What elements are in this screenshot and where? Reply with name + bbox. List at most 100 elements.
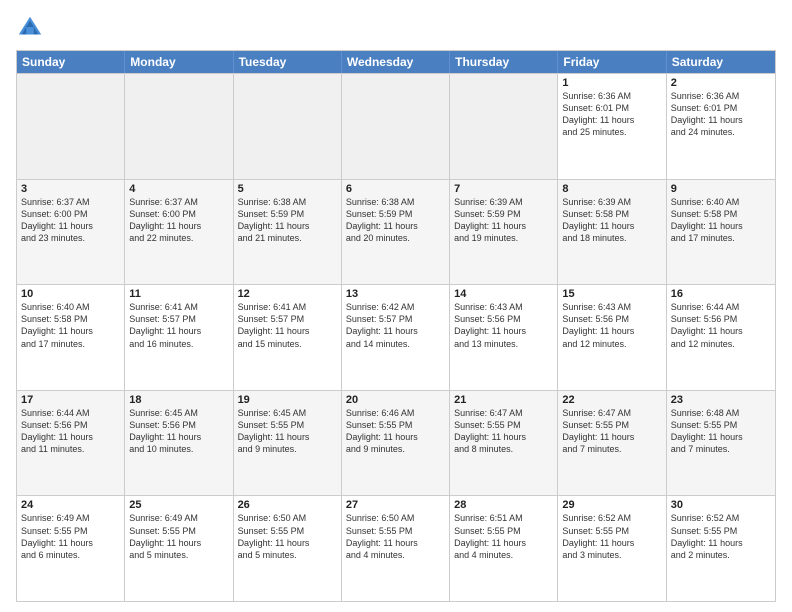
day-number-2: 2 [671, 77, 771, 89]
week-row-1: 1Sunrise: 6:36 AM Sunset: 6:01 PM Daylig… [17, 73, 775, 179]
day-info-8: Sunrise: 6:39 AM Sunset: 5:58 PM Dayligh… [562, 196, 661, 245]
day-info-24: Sunrise: 6:49 AM Sunset: 5:55 PM Dayligh… [21, 512, 120, 561]
day-cell-22: 22Sunrise: 6:47 AM Sunset: 5:55 PM Dayli… [558, 391, 666, 496]
day-info-26: Sunrise: 6:50 AM Sunset: 5:55 PM Dayligh… [238, 512, 337, 561]
day-info-15: Sunrise: 6:43 AM Sunset: 5:56 PM Dayligh… [562, 301, 661, 350]
day-cell-8: 8Sunrise: 6:39 AM Sunset: 5:58 PM Daylig… [558, 180, 666, 285]
day-info-11: Sunrise: 6:41 AM Sunset: 5:57 PM Dayligh… [129, 301, 228, 350]
day-info-16: Sunrise: 6:44 AM Sunset: 5:56 PM Dayligh… [671, 301, 771, 350]
day-info-6: Sunrise: 6:38 AM Sunset: 5:59 PM Dayligh… [346, 196, 445, 245]
day-number-10: 10 [21, 288, 120, 300]
day-cell-2: 2Sunrise: 6:36 AM Sunset: 6:01 PM Daylig… [667, 74, 775, 179]
day-info-12: Sunrise: 6:41 AM Sunset: 5:57 PM Dayligh… [238, 301, 337, 350]
day-number-17: 17 [21, 394, 120, 406]
day-number-30: 30 [671, 499, 771, 511]
day-cell-25: 25Sunrise: 6:49 AM Sunset: 5:55 PM Dayli… [125, 496, 233, 601]
day-info-13: Sunrise: 6:42 AM Sunset: 5:57 PM Dayligh… [346, 301, 445, 350]
day-number-28: 28 [454, 499, 553, 511]
header-day-wednesday: Wednesday [342, 51, 450, 73]
day-number-11: 11 [129, 288, 228, 300]
day-info-10: Sunrise: 6:40 AM Sunset: 5:58 PM Dayligh… [21, 301, 120, 350]
logo [16, 14, 48, 42]
day-number-5: 5 [238, 183, 337, 195]
header-day-friday: Friday [558, 51, 666, 73]
day-number-4: 4 [129, 183, 228, 195]
empty-cell-w1-d1 [125, 74, 233, 179]
day-cell-24: 24Sunrise: 6:49 AM Sunset: 5:55 PM Dayli… [17, 496, 125, 601]
day-cell-15: 15Sunrise: 6:43 AM Sunset: 5:56 PM Dayli… [558, 285, 666, 390]
day-number-7: 7 [454, 183, 553, 195]
day-number-29: 29 [562, 499, 661, 511]
day-info-2: Sunrise: 6:36 AM Sunset: 6:01 PM Dayligh… [671, 90, 771, 139]
day-number-27: 27 [346, 499, 445, 511]
week-row-3: 10Sunrise: 6:40 AM Sunset: 5:58 PM Dayli… [17, 284, 775, 390]
header-day-monday: Monday [125, 51, 233, 73]
day-number-3: 3 [21, 183, 120, 195]
day-number-26: 26 [238, 499, 337, 511]
day-cell-12: 12Sunrise: 6:41 AM Sunset: 5:57 PM Dayli… [234, 285, 342, 390]
day-info-22: Sunrise: 6:47 AM Sunset: 5:55 PM Dayligh… [562, 407, 661, 456]
calendar-body: 1Sunrise: 6:36 AM Sunset: 6:01 PM Daylig… [17, 73, 775, 601]
day-info-4: Sunrise: 6:37 AM Sunset: 6:00 PM Dayligh… [129, 196, 228, 245]
day-cell-16: 16Sunrise: 6:44 AM Sunset: 5:56 PM Dayli… [667, 285, 775, 390]
day-cell-21: 21Sunrise: 6:47 AM Sunset: 5:55 PM Dayli… [450, 391, 558, 496]
day-info-5: Sunrise: 6:38 AM Sunset: 5:59 PM Dayligh… [238, 196, 337, 245]
day-number-8: 8 [562, 183, 661, 195]
day-number-14: 14 [454, 288, 553, 300]
week-row-5: 24Sunrise: 6:49 AM Sunset: 5:55 PM Dayli… [17, 495, 775, 601]
day-number-25: 25 [129, 499, 228, 511]
week-row-4: 17Sunrise: 6:44 AM Sunset: 5:56 PM Dayli… [17, 390, 775, 496]
day-info-30: Sunrise: 6:52 AM Sunset: 5:55 PM Dayligh… [671, 512, 771, 561]
day-info-21: Sunrise: 6:47 AM Sunset: 5:55 PM Dayligh… [454, 407, 553, 456]
day-info-3: Sunrise: 6:37 AM Sunset: 6:00 PM Dayligh… [21, 196, 120, 245]
empty-cell-w1-d3 [342, 74, 450, 179]
day-cell-10: 10Sunrise: 6:40 AM Sunset: 5:58 PM Dayli… [17, 285, 125, 390]
day-info-14: Sunrise: 6:43 AM Sunset: 5:56 PM Dayligh… [454, 301, 553, 350]
calendar-header: SundayMondayTuesdayWednesdayThursdayFrid… [17, 51, 775, 73]
day-cell-3: 3Sunrise: 6:37 AM Sunset: 6:00 PM Daylig… [17, 180, 125, 285]
day-info-20: Sunrise: 6:46 AM Sunset: 5:55 PM Dayligh… [346, 407, 445, 456]
day-number-13: 13 [346, 288, 445, 300]
day-info-18: Sunrise: 6:45 AM Sunset: 5:56 PM Dayligh… [129, 407, 228, 456]
day-info-29: Sunrise: 6:52 AM Sunset: 5:55 PM Dayligh… [562, 512, 661, 561]
header [16, 14, 776, 42]
day-number-1: 1 [562, 77, 661, 89]
day-cell-11: 11Sunrise: 6:41 AM Sunset: 5:57 PM Dayli… [125, 285, 233, 390]
day-cell-1: 1Sunrise: 6:36 AM Sunset: 6:01 PM Daylig… [558, 74, 666, 179]
day-cell-27: 27Sunrise: 6:50 AM Sunset: 5:55 PM Dayli… [342, 496, 450, 601]
empty-cell-w1-d4 [450, 74, 558, 179]
header-day-thursday: Thursday [450, 51, 558, 73]
day-cell-17: 17Sunrise: 6:44 AM Sunset: 5:56 PM Dayli… [17, 391, 125, 496]
day-cell-7: 7Sunrise: 6:39 AM Sunset: 5:59 PM Daylig… [450, 180, 558, 285]
day-number-15: 15 [562, 288, 661, 300]
header-day-sunday: Sunday [17, 51, 125, 73]
day-number-6: 6 [346, 183, 445, 195]
page: SundayMondayTuesdayWednesdayThursdayFrid… [0, 0, 792, 612]
day-number-20: 20 [346, 394, 445, 406]
day-cell-14: 14Sunrise: 6:43 AM Sunset: 5:56 PM Dayli… [450, 285, 558, 390]
day-info-17: Sunrise: 6:44 AM Sunset: 5:56 PM Dayligh… [21, 407, 120, 456]
day-info-1: Sunrise: 6:36 AM Sunset: 6:01 PM Dayligh… [562, 90, 661, 139]
day-number-16: 16 [671, 288, 771, 300]
empty-cell-w1-d2 [234, 74, 342, 179]
week-row-2: 3Sunrise: 6:37 AM Sunset: 6:00 PM Daylig… [17, 179, 775, 285]
day-number-24: 24 [21, 499, 120, 511]
day-cell-29: 29Sunrise: 6:52 AM Sunset: 5:55 PM Dayli… [558, 496, 666, 601]
day-cell-6: 6Sunrise: 6:38 AM Sunset: 5:59 PM Daylig… [342, 180, 450, 285]
day-info-27: Sunrise: 6:50 AM Sunset: 5:55 PM Dayligh… [346, 512, 445, 561]
empty-cell-w1-d0 [17, 74, 125, 179]
day-cell-23: 23Sunrise: 6:48 AM Sunset: 5:55 PM Dayli… [667, 391, 775, 496]
logo-icon [16, 14, 44, 42]
day-cell-26: 26Sunrise: 6:50 AM Sunset: 5:55 PM Dayli… [234, 496, 342, 601]
day-number-9: 9 [671, 183, 771, 195]
header-day-tuesday: Tuesday [234, 51, 342, 73]
calendar: SundayMondayTuesdayWednesdayThursdayFrid… [16, 50, 776, 602]
day-number-19: 19 [238, 394, 337, 406]
day-cell-5: 5Sunrise: 6:38 AM Sunset: 5:59 PM Daylig… [234, 180, 342, 285]
day-cell-18: 18Sunrise: 6:45 AM Sunset: 5:56 PM Dayli… [125, 391, 233, 496]
day-cell-4: 4Sunrise: 6:37 AM Sunset: 6:00 PM Daylig… [125, 180, 233, 285]
day-number-21: 21 [454, 394, 553, 406]
day-info-28: Sunrise: 6:51 AM Sunset: 5:55 PM Dayligh… [454, 512, 553, 561]
day-info-19: Sunrise: 6:45 AM Sunset: 5:55 PM Dayligh… [238, 407, 337, 456]
day-info-25: Sunrise: 6:49 AM Sunset: 5:55 PM Dayligh… [129, 512, 228, 561]
